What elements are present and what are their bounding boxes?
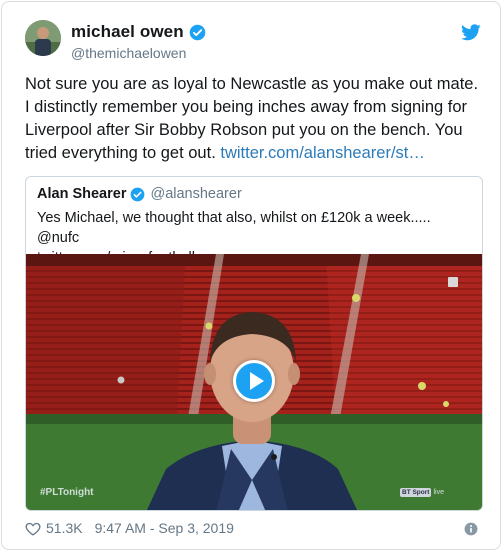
author-handle[interactable]: @themichaelowen [71, 45, 186, 61]
play-icon [250, 372, 264, 390]
quote-author-handle[interactable]: @alanshearer [150, 186, 241, 202]
tweet-text: Not sure you are as loyal to Newcastle a… [25, 73, 487, 165]
broadcast-watermark-icon [448, 277, 458, 287]
tweet-link[interactable]: twitter.com/alanshearer/st… [220, 144, 425, 162]
broadcaster-suffix: live [433, 488, 444, 496]
broadcaster-name: BT Sport [400, 487, 432, 497]
broadcaster-logo: BT Sport live [400, 486, 462, 498]
author-name[interactable]: michael owen [71, 22, 184, 42]
twitter-bird-icon[interactable] [461, 24, 481, 41]
quote-author-row[interactable]: Alan Shearer @alanshearer [37, 186, 242, 202]
like-count[interactable]: 51.3K [46, 520, 83, 536]
avatar[interactable] [25, 20, 61, 56]
tweet-card[interactable]: michael owen @themichaelowen Not sure yo… [1, 1, 501, 550]
video-player[interactable]: #PLTonight BT Sport live [26, 254, 482, 510]
author-name-row[interactable]: michael owen [71, 22, 206, 42]
video-hashtag: #PLTonight [40, 487, 94, 498]
tweet-footer: 51.3K 9:47 AM - Sep 3, 2019 [25, 520, 234, 536]
info-icon[interactable] [464, 522, 478, 536]
verified-badge-icon [131, 187, 145, 201]
quote-author-name[interactable]: Alan Shearer [37, 186, 126, 202]
quoted-tweet[interactable]: Alan Shearer @alanshearer Yes Michael, w… [25, 176, 483, 511]
quote-text-line: Yes Michael, we thought that also, whils… [37, 210, 431, 246]
timestamp[interactable]: 9:47 AM - Sep 3, 2019 [95, 520, 234, 536]
play-button[interactable] [233, 360, 275, 402]
heart-icon[interactable] [25, 521, 41, 536]
verified-badge-icon [189, 24, 205, 40]
